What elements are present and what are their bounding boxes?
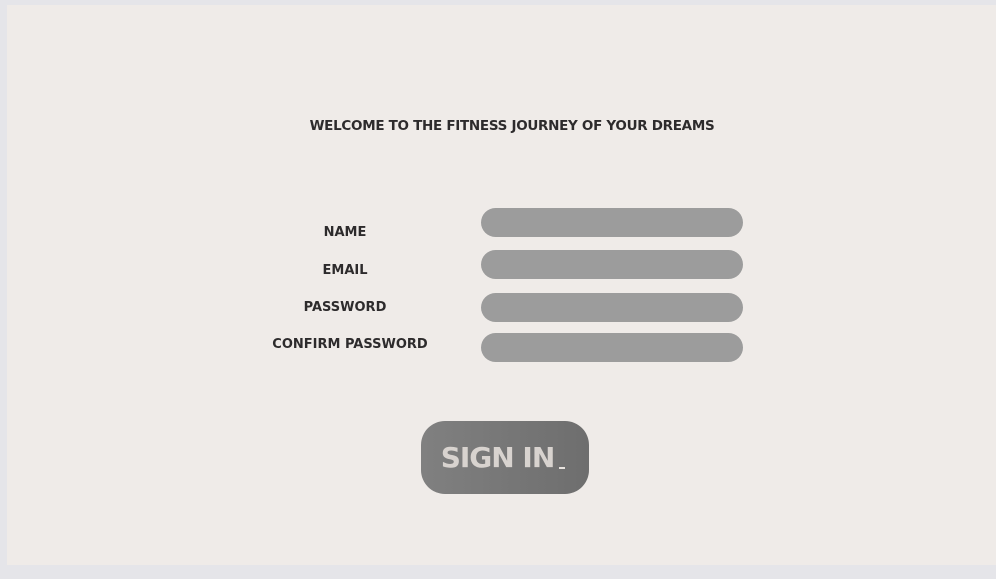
signup-panel: WELCOME TO THE FITNESS JOURNEY OF YOUR D… <box>7 5 996 565</box>
cursor-mark <box>559 467 566 469</box>
name-label: NAME <box>323 225 367 240</box>
password-field[interactable] <box>481 293 743 322</box>
email-field[interactable] <box>481 250 743 279</box>
name-field[interactable] <box>481 208 743 237</box>
email-label: EMAIL <box>322 263 368 278</box>
confirm-password-label: CONFIRM PASSWORD <box>272 337 428 352</box>
password-label: PASSWORD <box>303 300 387 315</box>
sign-in-label: SIGN IN <box>440 441 556 474</box>
sign-in-button[interactable]: SIGN IN <box>421 421 589 494</box>
page-title: WELCOME TO THE FITNESS JOURNEY OF YOUR D… <box>309 118 715 134</box>
confirm-password-field[interactable] <box>481 333 743 362</box>
